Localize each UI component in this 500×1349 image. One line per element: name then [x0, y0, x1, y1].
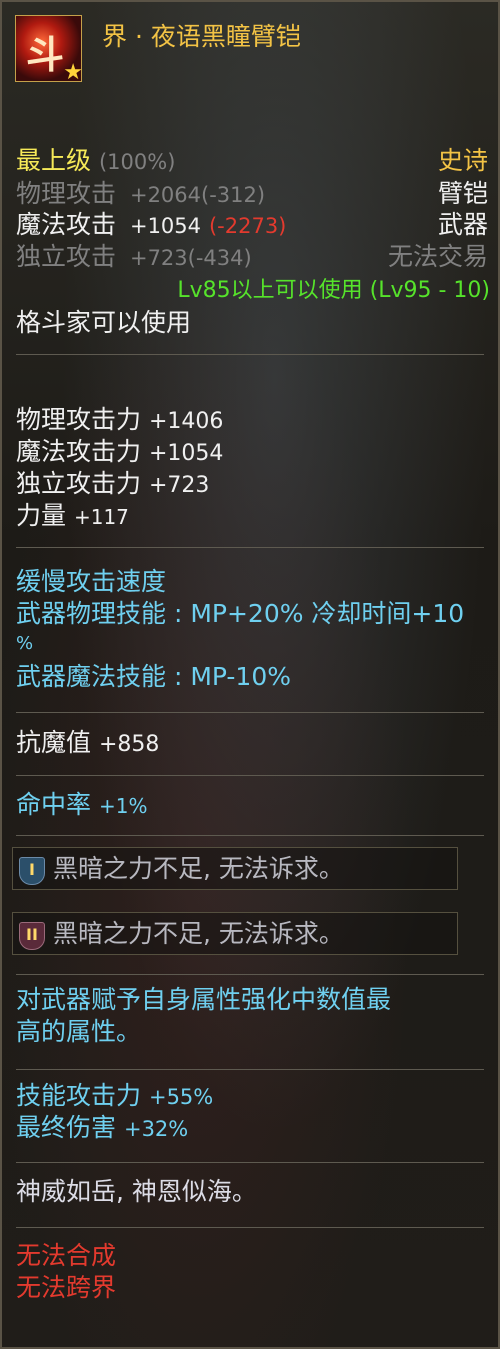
- attack-stat-magic: 魔法攻击力 +1054: [16, 437, 223, 469]
- attack-stat-strength: 力量 +117: [16, 501, 129, 532]
- stat-name: 物理攻击力: [16, 405, 142, 434]
- bonus-final-damage: 最终伤害 +32%: [16, 1113, 188, 1144]
- divider: [16, 547, 484, 548]
- roman-two-badge-icon: II: [19, 922, 45, 950]
- restriction-no-cross-server: 无法跨界: [16, 1273, 117, 1302]
- stat-value: +1%: [98, 794, 148, 818]
- weapon-magic-skill: 武器魔法技能 : MP-10%: [16, 662, 292, 691]
- stat-value: +1406: [148, 409, 224, 434]
- divider: [16, 974, 484, 975]
- stat-diff: (-2273): [208, 214, 287, 238]
- anti-magic-stat: 抗魔值 +858: [16, 728, 159, 760]
- bonus-skill-attack: 技能攻击力 +55%: [16, 1081, 213, 1112]
- divider: [16, 712, 484, 713]
- restriction-no-synthesis: 无法合成: [16, 1241, 117, 1270]
- stat-name: 物理攻击: [16, 179, 117, 208]
- grade-row: 最上级 (100%): [16, 146, 175, 177]
- socket-slot-2[interactable]: II 黑暗之力不足, 无法诉求。: [12, 912, 458, 955]
- stat-value: +1054: [148, 441, 224, 466]
- stat-value: +1054: [129, 214, 202, 238]
- roman-one-badge-icon: I: [19, 857, 45, 885]
- element-desc-line1: 对武器赋予自身属性强化中数值最: [16, 985, 392, 1014]
- base-stat-independent: 独立攻击 +723(-434): [16, 242, 252, 273]
- stat-value: +55%: [148, 1085, 214, 1109]
- stat-diff: (-434): [187, 246, 252, 270]
- stat-name: 魔法攻击: [16, 210, 117, 239]
- armguard-item-icon: 斗 ★: [15, 15, 83, 85]
- icon-glyph: 斗: [26, 33, 65, 77]
- stat-name: 独立攻击力: [16, 469, 142, 498]
- item-name: 界 · 夜语黑瞳臂铠: [102, 22, 301, 51]
- divider: [16, 1069, 484, 1070]
- socket-text: 黑暗之力不足, 无法诉求。: [53, 919, 344, 948]
- category-label: 武器: [437, 210, 488, 239]
- socket-text: 黑暗之力不足, 无法诉求。: [53, 854, 344, 883]
- level-requirement: Lv85以上可以使用 (Lv95 - 10): [177, 278, 490, 303]
- stat-name: 力量: [16, 501, 67, 530]
- flavor-text: 神威如岳, 神恩似海。: [16, 1177, 257, 1206]
- class-requirement: 格斗家可以使用: [16, 308, 192, 337]
- stat-name: 抗魔值: [16, 728, 92, 757]
- stat-value: +117: [73, 505, 129, 529]
- stat-value: +2064: [129, 183, 202, 207]
- stat-name: 独立攻击: [16, 242, 117, 271]
- item-tooltip: 斗 ★ 界 · 夜语黑瞳臂铠 最上级 (100%) 史诗 物理攻击 +2064(…: [0, 0, 500, 1349]
- stat-value: +723: [129, 246, 188, 270]
- attack-stat-independent: 独立攻击力 +723: [16, 469, 209, 501]
- stat-diff: (-312): [201, 183, 266, 207]
- divider: [16, 1227, 484, 1228]
- attack-speed-text: 缓慢攻击速度: [16, 567, 167, 596]
- stat-value: +858: [98, 732, 160, 757]
- slot-label: 臂铠: [437, 179, 488, 208]
- divider: [16, 775, 484, 776]
- grade-percent: (100%): [98, 150, 176, 174]
- stat-value: +32%: [123, 1117, 189, 1141]
- divider: [16, 835, 484, 836]
- stat-value: +723: [148, 473, 210, 498]
- attack-stat-physical: 物理攻击力 +1406: [16, 405, 223, 437]
- socket-slot-1[interactable]: I 黑暗之力不足, 无法诉求。: [12, 847, 458, 890]
- stat-name: 技能攻击力: [16, 1081, 142, 1110]
- rarity-label: 史诗: [437, 146, 488, 175]
- grade-label: 最上级: [16, 146, 92, 175]
- trade-label: 无法交易: [387, 242, 488, 271]
- stat-name: 最终伤害: [16, 1113, 117, 1142]
- base-stat-physical: 物理攻击 +2064(-312): [16, 179, 265, 210]
- hit-rate-stat: 命中率 +1%: [16, 790, 147, 821]
- divider: [16, 354, 484, 355]
- stat-name: 魔法攻击力: [16, 437, 142, 466]
- element-desc-line2: 高的属性。: [16, 1017, 142, 1046]
- base-stat-magic: 魔法攻击 +1054 (-2273): [16, 210, 286, 241]
- weapon-physical-skill: 武器物理技能 : MP+20% 冷却时间+10: [16, 599, 465, 628]
- star-icon: ★: [63, 60, 83, 85]
- divider: [16, 1162, 484, 1163]
- weapon-physical-skill-wrap: %: [16, 633, 34, 654]
- stat-name: 命中率: [16, 790, 92, 819]
